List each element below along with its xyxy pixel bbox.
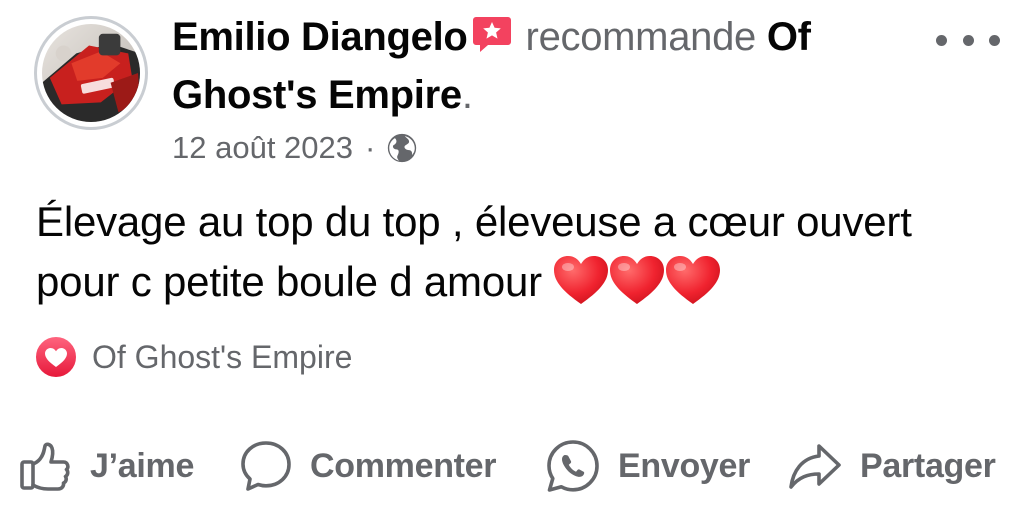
- page-name-link-part2[interactable]: Ghost's Empire: [172, 73, 462, 117]
- post-text: Élevage au top du top , éleveuse a cœur …: [36, 192, 996, 312]
- love-react-icon: [34, 335, 78, 379]
- hearts-emoji: [552, 254, 720, 306]
- comment-button[interactable]: Commenter: [238, 428, 497, 504]
- post-text-line2: pour c petite boule d amour: [36, 258, 542, 305]
- meta-separator: ·: [365, 130, 376, 165]
- period: .: [461, 73, 473, 117]
- recommend-star-icon: [472, 12, 512, 52]
- comment-bubble-icon: [241, 441, 291, 491]
- post-text-line1: Élevage au top du top , éleveuse a cœur …: [36, 198, 912, 245]
- post-card: Emilio Diangelo recommande Of Ghost's Em…: [0, 0, 1024, 524]
- thumbs-up-icon: [20, 442, 70, 491]
- share-arrow-icon: [789, 444, 841, 489]
- like-label: J’aime: [90, 446, 195, 485]
- globe-icon: [385, 131, 419, 165]
- send-button[interactable]: Envoyer: [544, 428, 750, 504]
- author-name[interactable]: Emilio Diangelo: [172, 15, 468, 59]
- avatar[interactable]: [34, 16, 148, 130]
- reactions-label: Of Ghost's Empire: [92, 338, 353, 375]
- red-heart-icon: [664, 254, 722, 306]
- share-label: Partager: [860, 446, 996, 485]
- more-options-button[interactable]: [936, 24, 1000, 56]
- comment-label: Commenter: [310, 446, 497, 485]
- action-bar: J’aime Commenter Envoyer Partager: [0, 428, 1024, 504]
- page-name-link-part1[interactable]: Of: [767, 15, 811, 59]
- more-dot-icon: [962, 34, 974, 46]
- post-date[interactable]: 12 août 2023: [172, 130, 353, 166]
- more-dot-icon: [989, 34, 1000, 46]
- send-label: Envoyer: [618, 446, 751, 485]
- red-heart-icon: [552, 254, 610, 306]
- like-button[interactable]: J’aime: [18, 428, 194, 504]
- post-header: Emilio Diangelo recommande Of Ghost's Em…: [172, 8, 912, 124]
- reactions-summary[interactable]: Of Ghost's Empire: [34, 334, 352, 380]
- red-heart-icon: [608, 254, 666, 306]
- whatsapp-icon: [547, 440, 599, 492]
- share-button[interactable]: Partager: [786, 428, 996, 504]
- more-dot-icon: [936, 34, 947, 46]
- avatar-image: [42, 24, 140, 122]
- post-meta: 12 août 2023 ·: [172, 126, 419, 170]
- recommend-verb: recommande: [525, 15, 757, 59]
